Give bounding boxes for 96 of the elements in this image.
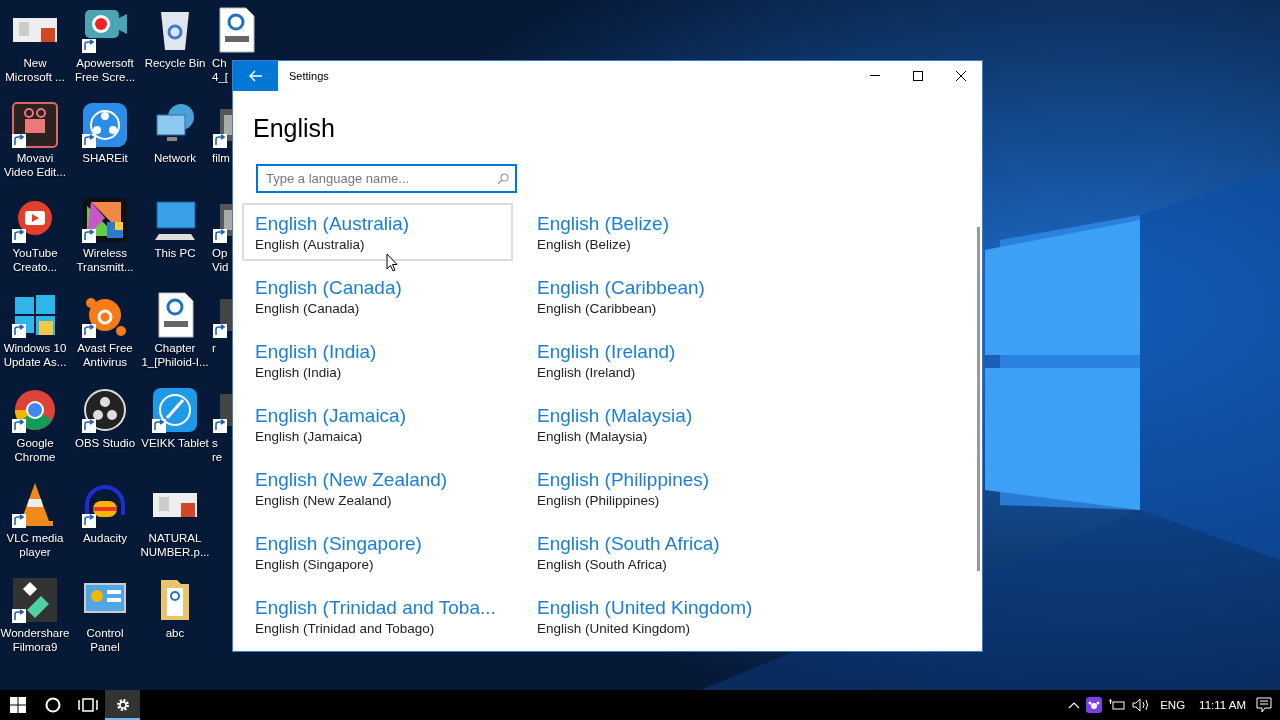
language-native-name: English (India) xyxy=(255,364,343,382)
language-item[interactable]: English (Canada) English (Canada) xyxy=(242,267,513,325)
icon-label: VLC media player xyxy=(6,531,64,559)
language-item[interactable]: English (United Kingdom) English (United Kingdom) xyxy=(524,587,795,645)
icon-label: Audacity xyxy=(82,531,128,545)
language-name: English (Singapore) xyxy=(255,532,423,556)
scrollbar[interactable] xyxy=(977,227,980,571)
search-icon xyxy=(497,173,509,185)
icon-label: Control Panel xyxy=(86,626,124,654)
language-name: English (Malaysia) xyxy=(537,404,694,428)
filmora-icon xyxy=(11,576,59,624)
back-button[interactable] xyxy=(233,61,278,91)
language-native-name: English (United Kingdom) xyxy=(537,620,692,638)
colorful-icon xyxy=(81,196,129,244)
icon-label: Op Vid xyxy=(212,246,229,274)
minimize-icon xyxy=(869,75,880,77)
icon-label: Recycle Bin xyxy=(144,56,206,70)
language-native-name: English (Singapore) xyxy=(255,556,375,574)
language-item[interactable]: English (Trinidad and Toba... English (Trinidad and Tobago) xyxy=(242,587,513,645)
volume-icon[interactable] xyxy=(1132,698,1151,712)
language-native-name: English (New Zealand) xyxy=(255,492,393,510)
language-name: English (United Kingdom) xyxy=(537,596,754,620)
icon-label: YouTube Creato... xyxy=(12,246,58,274)
cursor-icon xyxy=(386,253,398,272)
clock[interactable]: 11:11 AM xyxy=(1195,699,1250,711)
language-item[interactable]: English (Jamaica) English (Jamaica) xyxy=(242,395,513,453)
language-name: English (Caribbean) xyxy=(537,276,706,300)
page-heading: English xyxy=(253,113,336,144)
icon-label: Ch 4_[ xyxy=(212,56,228,84)
obs-icon xyxy=(81,386,129,434)
language-native-name: English (Trinidad and Tobago) xyxy=(255,620,436,638)
language-item[interactable]: English (India) English (India) xyxy=(242,331,513,389)
language-item[interactable]: English (Ireland) English (Ireland) xyxy=(524,331,795,389)
language-name: English (Ireland) xyxy=(537,340,677,364)
icon-label: Windows 10 Update As... xyxy=(3,341,67,369)
task-view-icon xyxy=(77,698,98,712)
circle-icon xyxy=(44,697,61,713)
icon-label: Apowersoft Free Scre... xyxy=(74,56,136,84)
language-item[interactable]: English (Singapore) English (Singapore) xyxy=(242,523,513,581)
icon-label: s re xyxy=(212,436,223,464)
language-indicator[interactable]: ENG xyxy=(1156,699,1190,711)
language-name: English (Philippines) xyxy=(537,468,711,492)
language-native-name: English (Ireland) xyxy=(537,364,637,382)
language-native-name: English (Malaysia) xyxy=(537,428,649,446)
language-item[interactable]: English (New Zealand) English (New Zealand) xyxy=(242,459,513,517)
icon-label: Avast Free Antivirus xyxy=(77,341,133,369)
window-title: Settings xyxy=(289,70,330,82)
language-item[interactable]: English (Belize) English (Belize) xyxy=(524,203,795,261)
icon-label: abc xyxy=(165,626,185,640)
windows-icon xyxy=(9,697,26,713)
icon-label: VEIKK Tablet xyxy=(141,436,209,450)
chevron-up-icon[interactable] xyxy=(1068,701,1081,709)
language-native-name: English (Philippines) xyxy=(537,492,661,510)
maximize-icon xyxy=(912,71,923,81)
language-item[interactable]: English (South Africa) English (South Africa) xyxy=(524,523,795,581)
language-name: English (Belize) xyxy=(537,212,670,236)
icon-label: film xyxy=(212,151,230,165)
share-icon xyxy=(81,101,129,149)
language-name: English (Trinidad and Toba... xyxy=(255,596,497,620)
icon-label: Movavi Video Edit... xyxy=(4,151,66,179)
language-native-name: English (Caribbean) xyxy=(537,300,658,318)
language-native-name: English (Jamaica) xyxy=(255,428,364,446)
language-name: English (South Africa) xyxy=(537,532,721,556)
language-item[interactable]: English (Caribbean) English (Caribbean) xyxy=(524,267,795,325)
app-tray-icon[interactable] xyxy=(1086,697,1103,713)
icon-label: r xyxy=(212,341,216,355)
close-icon xyxy=(955,71,966,81)
icon-label: SHAREit xyxy=(82,151,128,165)
language-native-name: English (South Africa) xyxy=(537,556,668,574)
language-name: English (Australia) xyxy=(255,212,411,236)
search-field[interactable]: Type a language name... xyxy=(256,164,517,193)
pen-icon xyxy=(151,386,199,434)
language-item[interactable]: English (Australia) English (Australia) xyxy=(242,203,513,261)
icon-label: New Microsoft ... xyxy=(5,56,65,84)
language-item[interactable]: English (Malaysia) English (Malaysia) xyxy=(524,395,795,453)
language-native-name: English (Belize) xyxy=(537,236,632,254)
language-name: English (India) xyxy=(255,340,378,364)
language-native-name: English (Canada) xyxy=(255,300,361,318)
icon-label: Google Chrome xyxy=(14,436,56,464)
taskbar-button[interactable] xyxy=(105,690,140,720)
icon-label: Network xyxy=(153,151,197,165)
language-name: English (New Zealand) xyxy=(255,468,449,492)
back-arrow-icon xyxy=(248,70,263,82)
icon-label: Wireless Transmitt... xyxy=(76,246,134,274)
language-name: English (Canada) xyxy=(255,276,403,300)
video-editor-icon xyxy=(11,101,59,149)
language-name: English (Jamaica) xyxy=(255,404,407,428)
icon-label: This PC xyxy=(154,246,196,260)
battery-icon[interactable] xyxy=(1108,699,1127,711)
language-item[interactable]: English (Philippines) English (Philippines) xyxy=(524,459,795,517)
icon-label: Wondershare Filmora9 xyxy=(0,626,70,654)
icon-label: NATURAL NUMBER.p... xyxy=(140,531,210,559)
notification-icon[interactable] xyxy=(1256,697,1272,713)
icon-label: Chapter 1_[Philoid-I... xyxy=(141,341,209,369)
language-native-name: English (Australia) xyxy=(255,236,366,254)
icon-label: OBS Studio xyxy=(74,436,136,450)
